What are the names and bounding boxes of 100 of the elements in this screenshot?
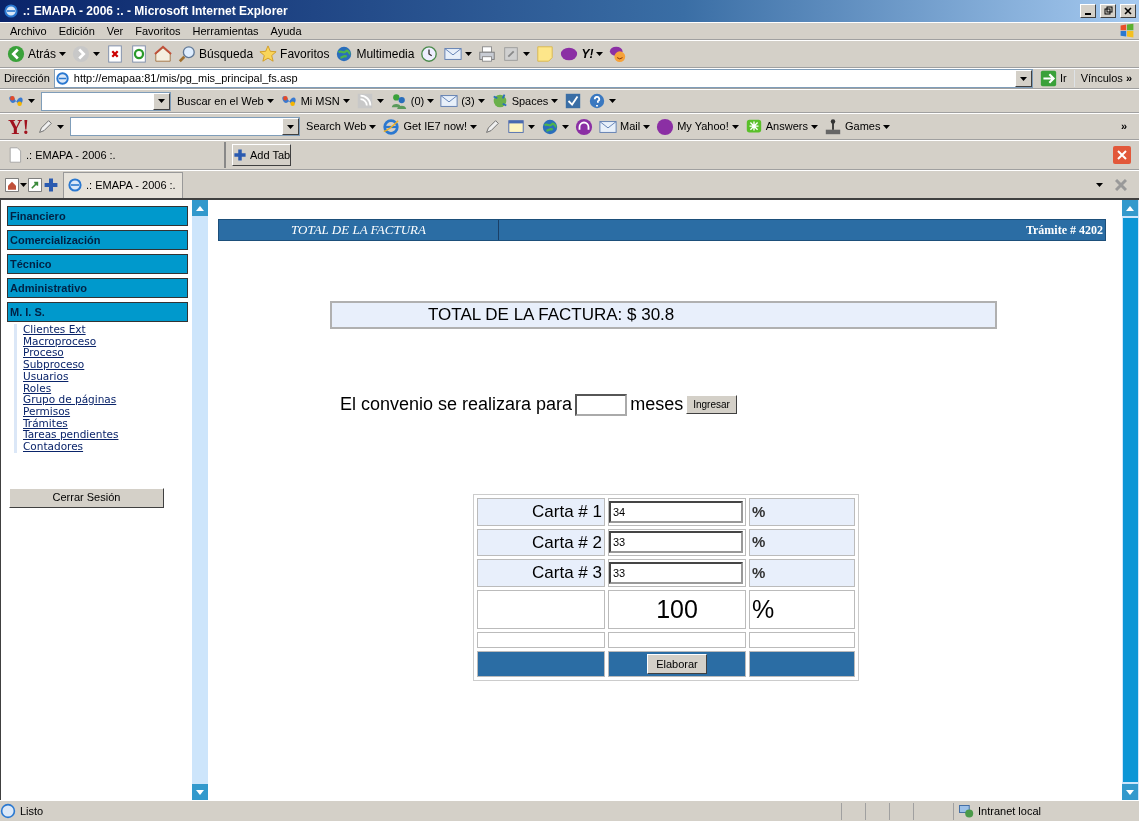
toolbar-label[interactable]: Answers xyxy=(765,118,808,135)
toolbar-label[interactable]: (0) xyxy=(410,92,425,110)
caret-icon[interactable] xyxy=(883,124,891,129)
windows-flag-icon[interactable] xyxy=(1119,23,1135,39)
search-field[interactable] xyxy=(70,117,301,136)
caret-icon[interactable] xyxy=(551,99,559,103)
logout-button[interactable]: Cerrar Sesión xyxy=(9,487,164,508)
caret-icon[interactable] xyxy=(470,124,478,129)
sidebar-link[interactable]: Clientes Ext xyxy=(23,324,86,336)
caret-icon[interactable] xyxy=(376,99,384,103)
percent-field[interactable]: 33 xyxy=(609,561,743,584)
globe-icon[interactable] xyxy=(335,45,354,63)
people-icon[interactable] xyxy=(389,92,408,110)
address-field[interactable]: http://emapaa:81/mis/pg_mis_principal_fs.asp xyxy=(53,69,1033,88)
sidebar-link[interactable]: Subproceso xyxy=(23,359,85,371)
window-icon[interactable] xyxy=(507,117,526,136)
links-button[interactable]: Vínculos xyxy=(1080,70,1123,87)
sidebar-section-button[interactable]: Comercialización xyxy=(7,230,188,250)
percent-field[interactable]: 34 xyxy=(609,500,743,523)
restore-button[interactable] xyxy=(1100,4,1116,18)
toolbar-label[interactable]: Búsqueda xyxy=(199,45,254,63)
caret-icon[interactable] xyxy=(93,52,100,56)
caret-icon[interactable] xyxy=(427,99,435,103)
house-icon[interactable] xyxy=(154,45,172,63)
toolbar-label[interactable]: Games xyxy=(844,118,881,135)
caret-icon[interactable] xyxy=(57,124,65,129)
caret-icon[interactable] xyxy=(342,99,350,103)
pencil-icon[interactable] xyxy=(483,117,502,136)
smiley-icon[interactable] xyxy=(609,45,628,63)
toolbar-label[interactable]: My Yahoo! xyxy=(677,118,729,135)
caret-icon[interactable] xyxy=(1096,182,1103,187)
scroll-arrow-button[interactable] xyxy=(1122,784,1138,800)
caret-icon[interactable] xyxy=(28,99,35,103)
checkbox-icon[interactable] xyxy=(564,92,583,110)
more-button[interactable]: » xyxy=(1125,70,1132,87)
sidebar-section-button[interactable]: Administrativo xyxy=(7,278,188,298)
caret-icon[interactable] xyxy=(20,182,27,187)
caret-icon[interactable] xyxy=(643,124,651,129)
go-arrow-icon[interactable] xyxy=(1039,70,1057,87)
sidebar-link[interactable]: Grupo de páginas xyxy=(23,394,117,406)
sidebar-link[interactable]: Permisos xyxy=(23,405,71,418)
sidebar-link[interactable]: Usuarios xyxy=(23,370,69,383)
dropdown-button[interactable] xyxy=(153,92,170,110)
menu-item[interactable]: Archivo xyxy=(4,22,53,40)
caret-icon[interactable] xyxy=(369,124,377,129)
caret-icon[interactable] xyxy=(810,124,818,129)
speech-bubble-icon[interactable] xyxy=(560,45,579,63)
menu-item[interactable]: Herramientas xyxy=(186,22,265,40)
sidebar-link[interactable]: Macroproceso xyxy=(23,335,97,348)
clock-icon[interactable] xyxy=(420,45,439,63)
page-tab[interactable]: .: EMAPA - 2006 :. xyxy=(63,171,183,198)
toolbar-button[interactable]: Buscar en el Web xyxy=(177,92,264,110)
printer-icon[interactable] xyxy=(478,45,497,63)
search-icon[interactable] xyxy=(178,45,196,63)
menu-item[interactable]: Favoritos xyxy=(129,22,187,40)
menu-item[interactable]: Ayuda xyxy=(264,22,308,40)
submit-button[interactable]: Ingresar xyxy=(686,395,737,414)
scroll-arrow-button[interactable] xyxy=(192,784,208,800)
toolbar-label[interactable]: Multimedia xyxy=(356,45,415,63)
toolbar-label[interactable]: Mi MSN xyxy=(300,92,340,110)
minimize-button[interactable] xyxy=(1080,4,1096,18)
toolbar-label[interactable]: Spaces xyxy=(511,92,549,110)
headphones-icon[interactable] xyxy=(575,117,594,136)
refresh-icon[interactable] xyxy=(130,45,148,63)
toolbar-label[interactable]: Favoritos xyxy=(280,45,330,63)
help-icon[interactable] xyxy=(588,92,607,110)
sidebar-section-button[interactable]: Financiero xyxy=(7,206,188,226)
sidebar-link[interactable]: Roles xyxy=(23,382,52,395)
toolbar-label[interactable]: Y! xyxy=(581,45,594,63)
more-button[interactable]: » xyxy=(1112,118,1135,135)
envelope-icon[interactable] xyxy=(440,92,459,110)
yahoo-logo[interactable]: Y! xyxy=(4,111,34,142)
toolbar-label[interactable]: Atrás xyxy=(28,45,56,63)
toolbar-button[interactable]: Search Web xyxy=(306,118,367,135)
network-icon[interactable] xyxy=(958,803,974,819)
close-tab-button[interactable] xyxy=(1113,146,1131,164)
sidebar-link[interactable]: Contadores xyxy=(23,441,84,453)
toolbar-label[interactable]: (3) xyxy=(461,92,475,110)
close-button[interactable] xyxy=(1120,4,1136,18)
percent-field[interactable]: 33 xyxy=(609,531,743,554)
scrollbar-thumb[interactable] xyxy=(1123,218,1138,782)
dropdown-button[interactable] xyxy=(1014,70,1032,87)
caret-icon[interactable] xyxy=(523,52,531,56)
menu-item[interactable]: Edición xyxy=(52,22,101,40)
sidebar-section-button[interactable]: Técnico xyxy=(7,254,188,274)
plus-icon[interactable] xyxy=(43,176,59,193)
house-page-icon[interactable] xyxy=(4,176,20,193)
caret-icon[interactable] xyxy=(465,52,473,56)
sidebar-section-button[interactable]: M. I. S. xyxy=(7,302,188,322)
toolbar-label[interactable]: Mail xyxy=(620,118,641,135)
caret-icon[interactable] xyxy=(562,124,570,129)
browser-logo-icon[interactable] xyxy=(3,3,19,19)
star-icon[interactable] xyxy=(259,45,278,63)
dropdown-button[interactable] xyxy=(282,118,300,135)
menu-item[interactable]: Ver xyxy=(100,22,130,40)
toolbar-label[interactable]: Get IE7 now! xyxy=(403,118,468,135)
sidebar-link[interactable]: Proceso xyxy=(23,347,64,360)
scroll-arrow-button[interactable] xyxy=(192,200,208,216)
sidebar-link[interactable]: Tareas pendientes xyxy=(23,429,119,442)
caret-icon[interactable] xyxy=(596,52,604,56)
